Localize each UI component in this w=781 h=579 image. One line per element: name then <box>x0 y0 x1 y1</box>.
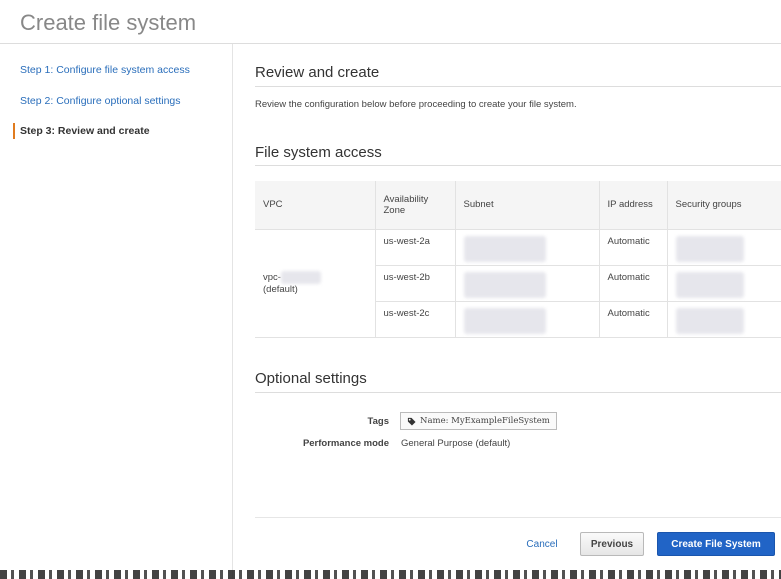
tags-label: Tags <box>367 416 389 427</box>
page-title: Create file system <box>20 10 197 35</box>
active-step-marker <box>13 123 15 139</box>
tag-value: Name: MyExampleFileSystem <box>420 416 550 426</box>
performance-mode-value: General Purpose (default) <box>401 438 511 449</box>
az-cell: us-west-2a <box>374 229 455 266</box>
ip-cell: Automatic <box>598 301 667 338</box>
security-group-cell <box>666 229 781 266</box>
cropped-bottom-edge <box>0 570 781 579</box>
sidebar-step-1[interactable]: Step 1: Configure file system access <box>20 64 190 76</box>
tag-chip: Name: MyExampleFileSystem <box>400 412 557 430</box>
redacted-security-group <box>675 307 744 334</box>
az-cell: us-west-2b <box>374 265 455 302</box>
redacted-security-group <box>675 271 744 298</box>
table-header-row: VPC Availability Zone Subnet IP address … <box>255 181 781 230</box>
divider <box>255 392 781 393</box>
vpc-default-label: (default) <box>263 284 298 295</box>
redacted-security-group <box>675 235 744 262</box>
vpc-cell: vpc- (default) <box>255 229 375 338</box>
security-group-cell <box>666 301 781 338</box>
review-title: Review and create <box>255 64 380 81</box>
col-header-subnet: Subnet <box>454 181 599 230</box>
subnet-cell <box>454 301 599 338</box>
table-row: vpc- (default) us-west-2a Automatic <box>255 229 781 338</box>
security-group-cell <box>666 265 781 302</box>
col-header-security-groups: Security groups <box>666 181 781 230</box>
redacted-vpc-id <box>280 271 321 284</box>
review-description: Review the configuration below before pr… <box>255 99 577 110</box>
col-header-az: Availability Zone <box>374 181 455 230</box>
divider <box>255 86 781 87</box>
az-cell: us-west-2c <box>374 301 455 338</box>
footer-divider <box>255 517 781 518</box>
sidebar-step-3[interactable]: Step 3: Review and create <box>20 125 150 137</box>
subnet-cell <box>454 265 599 302</box>
col-header-ip: IP address <box>598 181 667 230</box>
create-file-system-button[interactable]: Create File System <box>657 532 775 556</box>
redacted-subnet <box>463 307 546 334</box>
divider <box>255 165 781 166</box>
performance-mode-label: Performance mode <box>302 438 389 449</box>
redacted-subnet <box>463 235 546 262</box>
sidebar-step-2[interactable]: Step 2: Configure optional settings <box>20 95 181 107</box>
ip-cell: Automatic <box>598 229 667 266</box>
cancel-button[interactable]: Cancel <box>513 532 571 556</box>
tag-icon <box>407 417 416 426</box>
vpc-id-prefix: vpc- <box>263 272 281 283</box>
wizard-sidebar: Step 1: Configure file system access Ste… <box>0 44 233 579</box>
top-bar: Create file system <box>0 0 781 44</box>
subnet-cell <box>454 229 599 266</box>
fs-access-title: File system access <box>255 144 382 161</box>
ip-cell: Automatic <box>598 265 667 302</box>
col-header-vpc: VPC <box>255 181 375 230</box>
redacted-subnet <box>463 271 546 298</box>
optional-settings-title: Optional settings <box>255 370 367 387</box>
fs-access-table: VPC Availability Zone Subnet IP address … <box>255 181 781 338</box>
main-content: Review and create Review the configurati… <box>233 44 781 579</box>
previous-button[interactable]: Previous <box>580 532 644 556</box>
